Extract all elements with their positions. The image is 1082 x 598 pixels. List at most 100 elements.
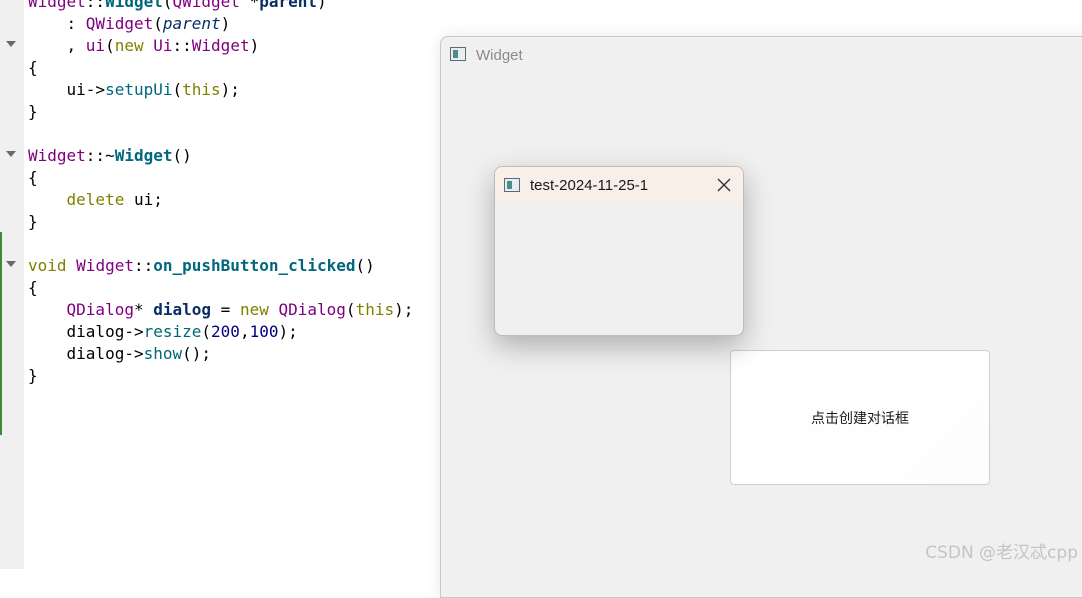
code-token: {: [28, 58, 38, 77]
editor-gutter: [0, 0, 24, 569]
code-token: Widget: [76, 256, 134, 275]
code-line[interactable]: [28, 233, 413, 255]
code-token: {: [28, 168, 38, 187]
code-token: Widget: [191, 36, 250, 55]
window-app-icon: [504, 178, 520, 192]
code-token: parent: [259, 0, 317, 11]
code-token: QDialog: [278, 300, 346, 319]
code-token: );: [394, 300, 414, 319]
dialog-titlebar[interactable]: test-2024-11-25-1: [495, 167, 743, 203]
code-token: =: [211, 300, 240, 319]
code-line[interactable]: Widget::~Widget(): [28, 145, 413, 167]
code-token: this: [355, 300, 395, 319]
code-token: ui->: [28, 80, 106, 99]
code-line[interactable]: : QWidget(parent): [28, 13, 413, 35]
code-token: }: [28, 212, 38, 231]
code-token: Widget: [105, 0, 163, 11]
code-line[interactable]: }: [28, 365, 413, 387]
code-token: (: [172, 80, 183, 99]
code-line[interactable]: Widget::Widget(QWidget *parent): [28, 0, 413, 13]
code-token: new: [114, 36, 144, 55]
code-token: }: [28, 366, 38, 385]
code-token: *: [133, 300, 154, 319]
code-line[interactable]: QDialog* dialog = new QDialog(this);: [28, 299, 414, 321]
code-token: dialog: [153, 300, 212, 319]
main-window-title: Widget: [476, 47, 523, 64]
code-token: QDialog: [66, 300, 134, 319]
code-token: on_pushButton_clicked: [153, 256, 356, 275]
close-icon[interactable]: [715, 176, 733, 194]
window-app-icon: [450, 47, 466, 61]
code-token: ,: [28, 36, 86, 55]
code-token: ): [317, 0, 327, 11]
code-token: }: [28, 102, 38, 121]
code-line[interactable]: ui->setupUi(this);: [28, 79, 413, 101]
code-token: );: [220, 80, 240, 99]
code-token: QWidget: [172, 0, 240, 11]
code-token: :: [28, 14, 86, 33]
code-token: new: [239, 300, 269, 319]
code-token: (): [355, 256, 375, 275]
code-token: ui;: [124, 190, 163, 209]
code-line[interactable]: }: [28, 101, 413, 123]
code-token: ::: [133, 256, 154, 275]
code-line[interactable]: {: [28, 277, 413, 299]
code-line[interactable]: [28, 123, 413, 145]
create-dialog-button[interactable]: 点击创建对话框: [730, 350, 990, 485]
code-line[interactable]: dialog->show();: [28, 343, 413, 365]
change-marker-bar: [0, 232, 2, 435]
code-line[interactable]: {: [28, 57, 413, 79]
fold-chevron-down-icon[interactable]: [6, 261, 16, 267]
dialog-title: test-2024-11-25-1: [530, 177, 649, 194]
code-token: (: [153, 14, 163, 33]
code-token: delete: [66, 190, 125, 209]
code-token: ): [220, 14, 231, 33]
main-window-titlebar[interactable]: Widget: [441, 37, 1082, 73]
code-token: Widget: [28, 0, 86, 11]
code-token: Widget: [114, 146, 173, 165]
watermark: CSDN @老汉忒cpp: [925, 543, 1078, 563]
code-token: ,: [239, 322, 250, 341]
code-token: Widget: [28, 146, 86, 165]
code-token: ();: [182, 344, 212, 363]
code-token: setupUi: [105, 80, 173, 99]
code-line[interactable]: }: [28, 211, 413, 233]
code-line[interactable]: void Widget::on_pushButton_clicked(): [28, 255, 413, 277]
code-token: 100: [249, 322, 279, 341]
code-token: (): [172, 146, 192, 165]
code-token: this: [182, 80, 221, 99]
code-token: Ui: [153, 36, 173, 55]
code-token: ::: [172, 36, 192, 55]
dialog-window[interactable]: test-2024-11-25-1: [494, 166, 744, 336]
code-token: ): [249, 36, 260, 55]
code-token: ::: [85, 0, 106, 11]
code-token: (: [105, 36, 115, 55]
code-token: *: [239, 0, 260, 11]
fold-chevron-down-icon[interactable]: [6, 41, 16, 47]
code-token: dialog->: [28, 322, 144, 341]
code-token: {: [28, 278, 38, 297]
code-token: );: [278, 322, 298, 341]
code-token: 200: [211, 322, 240, 341]
code-text[interactable]: Widget::Widget(QWidget *parent) : QWidge…: [28, 0, 413, 387]
code-token: show: [143, 344, 183, 363]
code-line[interactable]: , ui(new Ui::Widget): [28, 35, 413, 57]
code-line[interactable]: delete ui;: [28, 189, 413, 211]
code-token: (: [162, 0, 173, 11]
code-token: ::~: [85, 146, 115, 165]
code-token: resize: [143, 322, 202, 341]
code-line[interactable]: {: [28, 167, 413, 189]
fold-chevron-down-icon[interactable]: [6, 151, 16, 157]
code-token: (: [345, 300, 356, 319]
code-token: QWidget: [85, 14, 154, 33]
code-token: dialog->: [28, 344, 144, 363]
code-token: parent: [162, 14, 221, 33]
code-token: (: [201, 322, 212, 341]
code-line[interactable]: dialog->resize(200,100);: [28, 321, 413, 343]
code-token: ui: [85, 36, 106, 55]
code-token: void: [28, 256, 67, 275]
